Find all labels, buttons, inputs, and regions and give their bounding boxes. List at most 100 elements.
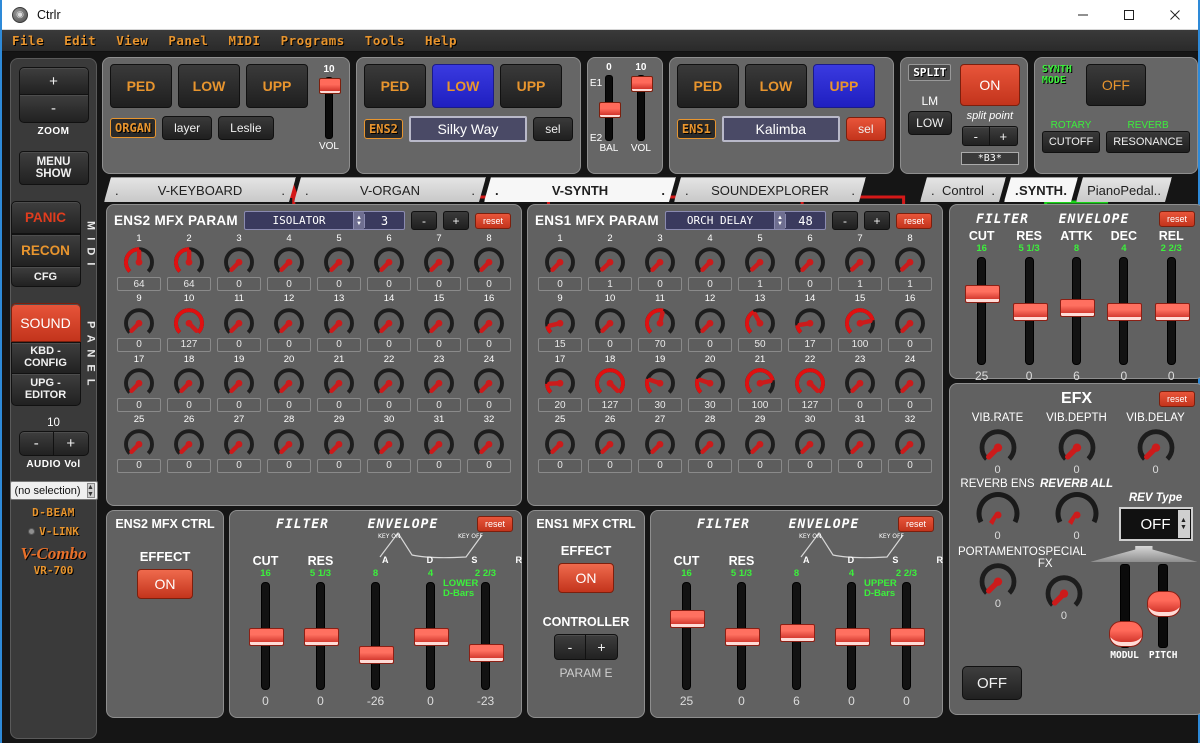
mfx-knob-24[interactable] (467, 365, 511, 397)
mfx-knob-32[interactable] (467, 426, 511, 458)
mfx-knob-10[interactable] (588, 305, 632, 337)
mfx-knob-value[interactable]: 0 (317, 398, 361, 413)
organ-part-ped[interactable]: PED (110, 64, 172, 108)
mfx-knob-value[interactable]: 1 (888, 277, 932, 292)
ens2-slider-track[interactable] (469, 582, 504, 690)
mfx-knob-29[interactable] (738, 426, 782, 458)
ens1-effect-selector[interactable]: ORCH DELAY ▲ ▼ 48 (664, 211, 826, 230)
mfx-knob-value[interactable]: 0 (788, 458, 832, 473)
organ-volume-track[interactable] (319, 77, 341, 139)
rotary-cutoff-button[interactable]: CUTOFF (1041, 131, 1101, 153)
ens1-slider-thumb[interactable] (725, 628, 760, 646)
synth-mode-off-button[interactable]: OFF (1085, 64, 1146, 106)
mfx-knob-9[interactable] (538, 305, 582, 337)
mfx-knob-20[interactable] (267, 365, 311, 397)
mfx-knob-23[interactable] (838, 365, 882, 397)
mfx-knob-value[interactable]: 0 (117, 337, 161, 352)
ens1-slider-track[interactable] (725, 582, 760, 690)
mfx-knob-value[interactable]: 0 (367, 458, 411, 473)
mfx-knob-30[interactable] (788, 426, 832, 458)
rev-type-select[interactable]: OFF ▲ ▼ (1118, 507, 1193, 541)
mfx-knob-value[interactable]: 0 (838, 458, 882, 473)
tab-soundexplorer[interactable]: . SOUNDEXPLORER . (674, 177, 866, 202)
mfx-knob-12[interactable] (267, 305, 311, 337)
mfx-knob-value[interactable]: 127 (167, 337, 211, 352)
selection-dropdown[interactable]: (no selection) ▲ ▼ (9, 481, 98, 500)
mfx-knob-31[interactable] (417, 426, 461, 458)
synth-slider-thumb[interactable] (965, 285, 1001, 303)
mfx-knob-value[interactable]: 0 (267, 458, 311, 473)
mfx-knob-27[interactable] (638, 426, 682, 458)
organ-leslie-button[interactable]: Leslie (218, 116, 274, 140)
organ-volume-thumb[interactable] (319, 78, 341, 94)
ens2-slider-thumb[interactable] (249, 628, 284, 646)
mfx-knob-value[interactable]: 20 (538, 398, 582, 413)
efx-reverb-ens-knob[interactable] (972, 492, 1024, 530)
menu-panel[interactable]: Panel (168, 33, 208, 48)
tab-v-keyboard[interactable]: . V-KEYBOARD . (104, 177, 296, 202)
tab-piano-pedal[interactable]: PianoPedal. . (1076, 177, 1172, 202)
reverb-resonance-button[interactable]: RESONANCE (1106, 131, 1190, 153)
ens2-slider-track[interactable] (359, 582, 394, 690)
menu-file[interactable]: File (12, 33, 44, 48)
mfx-knob-value[interactable]: 0 (417, 337, 461, 352)
kbd-config-button[interactable]: KBD - CONFIG (10, 342, 81, 374)
organ-part-low[interactable]: LOW (178, 64, 240, 108)
synth-slider-thumb[interactable] (1059, 299, 1095, 317)
balance-thumb[interactable] (598, 102, 621, 118)
ens1-slider-thumb[interactable] (835, 628, 870, 646)
ens2-part-ped[interactable]: PED (364, 64, 426, 108)
audio-vol-plus-button[interactable]: + (54, 431, 89, 456)
mfx-knob-3[interactable] (217, 244, 261, 276)
mfx-knob-4[interactable] (688, 244, 732, 276)
chevron-updown-icon[interactable]: ▲ ▼ (352, 212, 364, 229)
mfx-knob-value[interactable]: 0 (638, 458, 682, 473)
mfx-knob-30[interactable] (367, 426, 411, 458)
mfx-knob-13[interactable] (317, 305, 361, 337)
mfx-knob-10[interactable] (167, 305, 211, 337)
menu-tools[interactable]: Tools (365, 33, 405, 48)
mfx-knob-value[interactable]: 0 (217, 458, 261, 473)
mfx-knob-value[interactable]: 0 (467, 398, 511, 413)
mfx-knob-value[interactable]: 0 (688, 458, 732, 473)
modulation-wheel-track[interactable] (1108, 564, 1143, 648)
modulation-wheel-thumb[interactable] (1108, 621, 1143, 647)
mfx-knob-32[interactable] (888, 426, 932, 458)
minimize-button[interactable] (1060, 0, 1106, 30)
mfx-knob-1[interactable] (538, 244, 582, 276)
mfx-knob-value[interactable]: 0 (167, 458, 211, 473)
efx-vibrato-knob[interactable] (1130, 426, 1182, 464)
mfx-knob-value[interactable]: 0 (167, 398, 211, 413)
mfx-knob-4[interactable] (267, 244, 311, 276)
ens2-slider-thumb[interactable] (304, 628, 339, 646)
ens1-effect-plus-button[interactable]: + (863, 211, 890, 230)
menu-midi[interactable]: MIDI (228, 33, 260, 48)
ens1-part-ped[interactable]: PED (676, 64, 739, 108)
mfx-knob-29[interactable] (317, 426, 361, 458)
mfx-knob-value[interactable]: 0 (688, 277, 732, 292)
close-button[interactable] (1152, 0, 1198, 30)
mfx-knob-14[interactable] (788, 305, 832, 337)
mfx-knob-18[interactable] (167, 365, 211, 397)
mfx-knob-11[interactable] (638, 305, 682, 337)
mfx-knob-27[interactable] (217, 426, 261, 458)
efx-extra-knob[interactable] (1038, 572, 1090, 610)
ens1-controller-minus-button[interactable]: - (554, 634, 586, 660)
ens2-slider-track[interactable] (249, 582, 284, 690)
ens1-part-low[interactable]: LOW (744, 64, 807, 108)
mfx-knob-value[interactable]: 0 (317, 337, 361, 352)
mfx-knob-value[interactable]: 0 (467, 458, 511, 473)
mfx-knob-18[interactable] (588, 365, 632, 397)
mfx-knob-value[interactable]: 64 (117, 277, 161, 292)
ens1-effect-minus-button[interactable]: - (831, 211, 858, 230)
mfx-knob-7[interactable] (417, 244, 461, 276)
mfx-knob-value[interactable]: 0 (588, 458, 632, 473)
mfx-knob-value[interactable]: 0 (267, 398, 311, 413)
mfx-knob-value[interactable]: 0 (217, 398, 261, 413)
synth-slider-track[interactable] (1107, 257, 1143, 365)
ens1-slider-track[interactable] (890, 582, 925, 690)
zoom-out-button[interactable]: - (18, 95, 89, 123)
mfx-knob-9[interactable] (117, 305, 161, 337)
mfx-knob-value[interactable]: 0 (417, 277, 461, 292)
zoom-in-button[interactable]: + (18, 67, 89, 95)
